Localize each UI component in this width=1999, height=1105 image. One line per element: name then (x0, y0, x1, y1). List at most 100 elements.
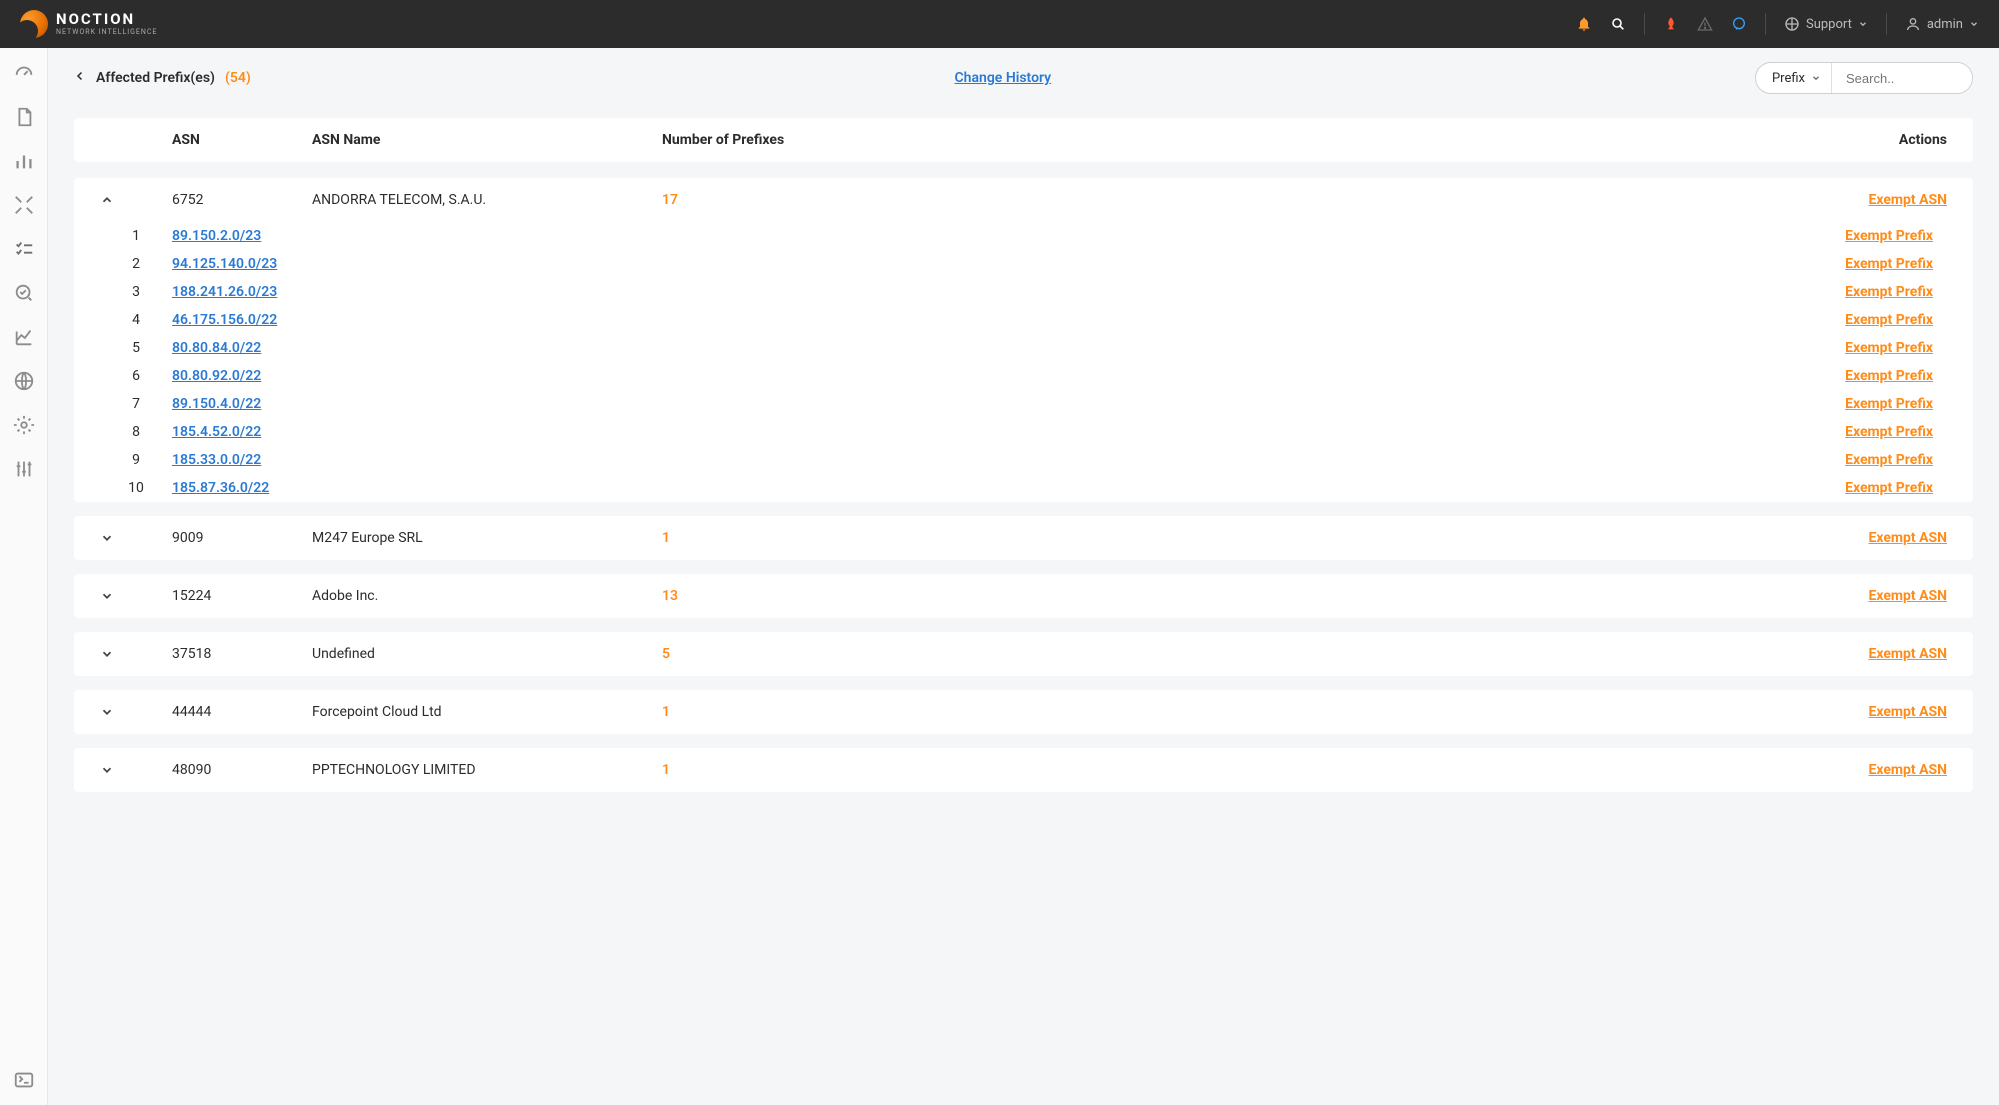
change-history-link[interactable]: Change History (955, 70, 1052, 86)
prefix-index: 10 (100, 480, 172, 496)
chevron-down-icon[interactable] (100, 647, 172, 661)
prefix-link[interactable]: 80.80.84.0/22 (172, 340, 522, 356)
prefix-count: 1 (662, 530, 1807, 546)
prefix-link[interactable]: 89.150.2.0/23 (172, 228, 522, 244)
asn-name-label: M247 Europe SRL (312, 530, 662, 546)
prefix-link[interactable]: 185.4.52.0/22 (172, 424, 522, 440)
col-asn-name: ASN Name (312, 132, 662, 148)
exempt-asn-link[interactable]: Exempt ASN (1807, 192, 1947, 208)
exempt-prefix-link[interactable]: Exempt Prefix (1787, 396, 1947, 412)
prefix-link[interactable]: 188.241.26.0/23 (172, 284, 522, 300)
chevron-down-icon[interactable] (100, 763, 172, 777)
sidebar (0, 48, 48, 1105)
asn-group: 9009M247 Europe SRL1Exempt ASN (74, 516, 1973, 560)
prefix-list[interactable]: 189.150.2.0/23Exempt Prefix294.125.140.0… (74, 222, 1973, 502)
prefix-link[interactable]: 185.33.0.0/22 (172, 452, 522, 468)
exempt-prefix-link[interactable]: Exempt Prefix (1787, 312, 1947, 328)
warning-icon[interactable] (1697, 16, 1713, 32)
search-icon[interactable] (1610, 16, 1626, 32)
prefix-count: 5 (662, 646, 1807, 662)
asn-row: 6752ANDORRA TELECOM, S.A.U.17Exempt ASN (74, 178, 1973, 222)
exempt-prefix-link[interactable]: Exempt Prefix (1787, 340, 1947, 356)
prefix-link[interactable]: 46.175.156.0/22 (172, 312, 522, 328)
chevron-down-icon[interactable] (100, 531, 172, 545)
prefix-link[interactable]: 94.125.140.0/23 (172, 256, 522, 272)
asn-group: 15224Adobe Inc.13Exempt ASN (74, 574, 1973, 618)
asn-row: 44444Forcepoint Cloud Ltd1Exempt ASN (74, 690, 1973, 734)
chevron-up-icon[interactable] (100, 193, 172, 207)
exempt-asn-link[interactable]: Exempt ASN (1807, 588, 1947, 604)
exempt-asn-link[interactable]: Exempt ASN (1807, 704, 1947, 720)
prefix-index: 6 (100, 368, 172, 384)
prefix-count: 1 (662, 704, 1807, 720)
chevron-down-icon[interactable] (100, 589, 172, 603)
chevron-down-icon (1858, 19, 1868, 29)
asn-number: 44444 (172, 704, 312, 720)
nav-console-icon[interactable] (13, 1069, 35, 1091)
subheader: Affected Prefix(es) (54) Change History … (48, 48, 1999, 108)
nav-checklist-icon[interactable] (13, 238, 35, 260)
asn-name-label: Forcepoint Cloud Ltd (312, 704, 662, 720)
exempt-prefix-link[interactable]: Exempt Prefix (1787, 284, 1947, 300)
col-asn: ASN (172, 132, 312, 148)
asn-name-label: Undefined (312, 646, 662, 662)
asn-name-label: ANDORRA TELECOM, S.A.U. (312, 192, 662, 208)
brand-tagline: NETWORK INTELLIGENCE (56, 29, 157, 36)
prefix-row: 189.150.2.0/23Exempt Prefix (74, 222, 1973, 250)
back-icon[interactable] (74, 70, 86, 86)
exempt-asn-link[interactable]: Exempt ASN (1807, 646, 1947, 662)
user-label: admin (1927, 17, 1963, 32)
nav-sliders-icon[interactable] (13, 458, 35, 480)
exempt-prefix-link[interactable]: Exempt Prefix (1787, 452, 1947, 468)
nav-bars-icon[interactable] (13, 150, 35, 172)
chevron-down-icon (1969, 19, 1979, 29)
asn-number: 15224 (172, 588, 312, 604)
prefix-row: 680.80.92.0/22 Exempt Prefix (74, 362, 1973, 390)
nav-document-icon[interactable] (13, 106, 35, 128)
prefix-row: 3188.241.26.0/23Exempt Prefix (74, 278, 1973, 306)
exempt-prefix-link[interactable]: Exempt Prefix (1787, 424, 1947, 440)
asn-group: 37518Undefined5Exempt ASN (74, 632, 1973, 676)
bell-icon[interactable] (1576, 16, 1592, 32)
page-count: (54) (225, 70, 251, 86)
asn-row: 15224Adobe Inc.13Exempt ASN (74, 574, 1973, 618)
exempt-prefix-link[interactable]: Exempt Prefix (1787, 228, 1947, 244)
exempt-prefix-link[interactable]: Exempt Prefix (1787, 256, 1947, 272)
support-menu[interactable]: Support (1784, 16, 1868, 32)
exempt-asn-link[interactable]: Exempt ASN (1807, 762, 1947, 778)
prefix-link[interactable]: 80.80.92.0/22 (172, 368, 522, 384)
content: ASN ASN Name Number of Prefixes Actions … (48, 108, 1999, 1105)
nav-settings-icon[interactable] (13, 414, 35, 436)
prefix-link[interactable]: 185.87.36.0/22 (172, 480, 522, 496)
prefix-link[interactable]: 89.150.4.0/22 (172, 396, 522, 412)
prefix-index: 8 (100, 424, 172, 440)
chat-icon[interactable] (1731, 16, 1747, 32)
flame-icon[interactable] (1663, 16, 1679, 32)
chevron-down-icon[interactable] (100, 705, 172, 719)
user-menu[interactable]: admin (1905, 16, 1979, 32)
filter-control: Prefix (1755, 62, 1973, 94)
col-num-prefixes: Number of Prefixes (662, 132, 1807, 148)
prefix-index: 9 (100, 452, 172, 468)
asn-number: 6752 (172, 192, 312, 208)
prefix-row: 10185.87.36.0/22 Exempt Prefix (74, 474, 1973, 502)
prefix-count: 17 (662, 192, 1807, 208)
nav-globe-icon[interactable] (13, 370, 35, 392)
search-input[interactable] (1832, 63, 1972, 93)
table-header: ASN ASN Name Number of Prefixes Actions (74, 118, 1973, 162)
exempt-prefix-link[interactable]: Exempt Prefix (1787, 480, 1947, 496)
nav-chart-icon[interactable] (13, 326, 35, 348)
logo[interactable]: NOCTION NETWORK INTELLIGENCE (20, 10, 157, 38)
exempt-prefix-link[interactable]: Exempt Prefix (1787, 368, 1947, 384)
nav-collapse-icon[interactable] (13, 194, 35, 216)
col-actions: Actions (1807, 132, 1947, 148)
prefix-row: 9185.33.0.0/22 Exempt Prefix (74, 446, 1973, 474)
nav-dashboard-icon[interactable] (13, 62, 35, 84)
filter-selected-label: Prefix (1772, 71, 1805, 86)
nav-inspect-icon[interactable] (13, 282, 35, 304)
prefix-count: 1 (662, 762, 1807, 778)
prefix-row: 8185.4.52.0/22 Exempt Prefix (74, 418, 1973, 446)
exempt-asn-link[interactable]: Exempt ASN (1807, 530, 1947, 546)
filter-type-select[interactable]: Prefix (1756, 63, 1832, 93)
prefix-row: 789.150.4.0/22Exempt Prefix (74, 390, 1973, 418)
